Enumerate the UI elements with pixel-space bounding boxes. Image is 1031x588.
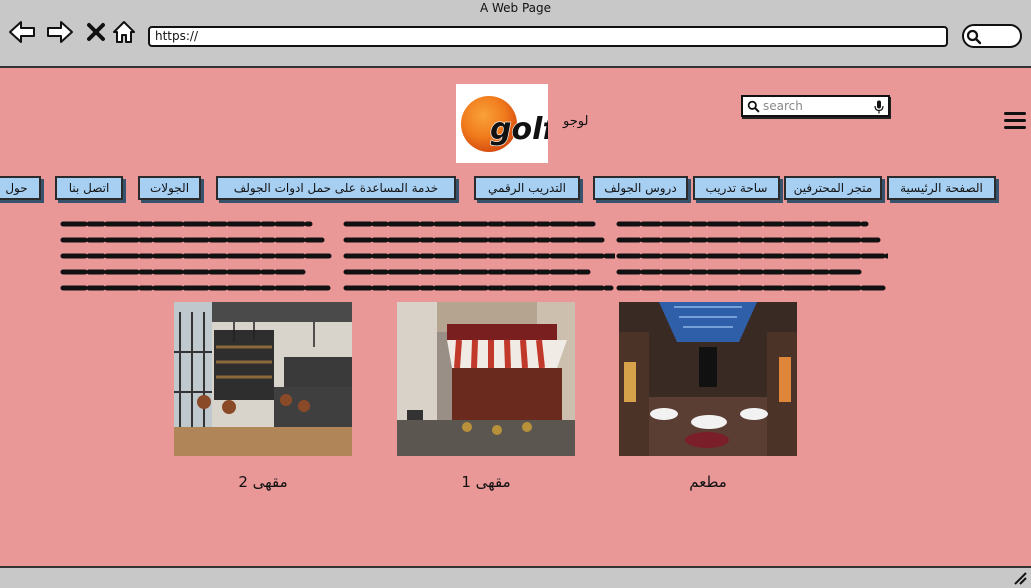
resize-grip-icon[interactable] [1013,571,1027,585]
forward-button[interactable] [46,18,74,46]
card-cafe-1[interactable]: مقهى 1 [397,302,575,491]
microphone-icon[interactable] [874,100,884,114]
main-nav: الصفحة الرئيسية متجر المحترفين ساحة تدري… [0,176,1031,204]
logo-text: golf [490,112,548,147]
forward-arrow-icon [47,21,73,43]
logo-label: لوجو [563,114,589,129]
nav-item-pro-shop[interactable]: متجر المحترفين [784,176,882,200]
nav-item-caddie-service[interactable]: خدمة المساعدة على حمل ادوات الجولف [216,176,456,200]
status-bar [0,568,1031,588]
restaurant-image[interactable] [619,302,797,456]
nav-item-about[interactable]: حول [0,176,41,200]
card-caption: مطعم [689,473,727,491]
card-caption: مقهى 2 [238,473,288,491]
back-arrow-icon [9,21,35,43]
nav-item-tours[interactable]: الجولات [138,176,201,200]
site-search-input[interactable]: search [741,95,890,117]
nav-item-digital-training[interactable]: التدريب الرقمي [474,176,580,200]
card-cafe-2[interactable]: مقهى 2 [174,302,352,491]
card-restaurant[interactable]: مطعم [619,302,797,491]
search-placeholder: search [763,99,803,113]
search-icon [966,29,982,45]
home-icon [113,21,135,43]
nav-item-contact[interactable]: اتصل بنا [55,176,123,200]
logo[interactable]: golf [456,84,560,163]
search-icon [747,100,760,113]
browser-toolbar: https:// [0,14,1031,66]
browser-search-button[interactable] [962,24,1022,48]
nav-item-golf-lessons[interactable]: دروس الجولف [593,176,688,200]
back-button[interactable] [8,18,36,46]
placeholder-text-block-2 [343,221,615,291]
close-icon [87,23,105,41]
placeholder-text-block-1 [60,221,332,291]
address-bar[interactable]: https:// [148,26,948,47]
menu-icon[interactable] [1004,112,1026,132]
placeholder-text-block-3 [616,221,888,291]
nav-item-home[interactable]: الصفحة الرئيسية [887,176,996,200]
cafe-interior-image[interactable] [174,302,352,456]
cafe-street-image[interactable] [397,302,575,456]
stop-button[interactable] [82,18,110,46]
nav-item-driving-range[interactable]: ساحة تدريب [693,176,780,200]
page-content: golf لوجو search الصفحة الرئيسية متجر ال… [0,66,1031,568]
card-caption: مقهى 1 [461,473,511,491]
home-button[interactable] [110,18,138,46]
